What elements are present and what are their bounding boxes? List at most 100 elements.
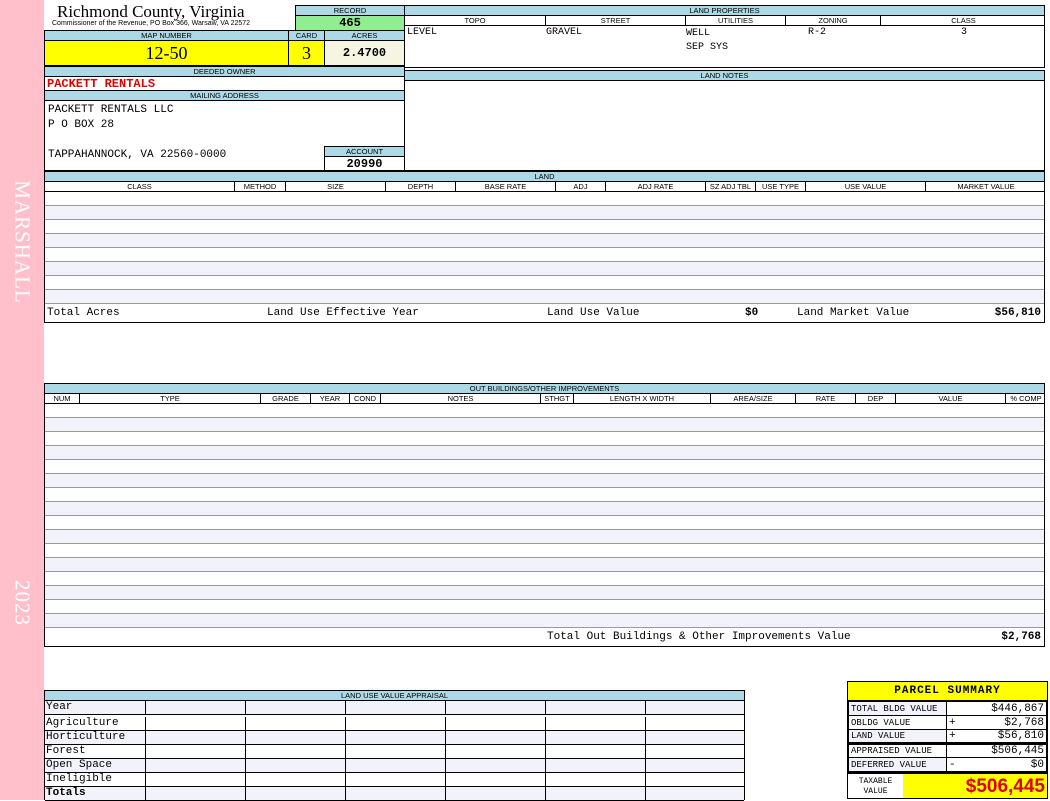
utilities-value: WELL SEP SYS bbox=[686, 27, 728, 55]
outbuilding-row bbox=[45, 558, 1044, 572]
outbuilding-row bbox=[45, 418, 1044, 432]
land-use-cell bbox=[446, 787, 546, 800]
summary-label: DEFERRED VALUE bbox=[848, 757, 947, 772]
land-row bbox=[45, 248, 1044, 262]
land-market-value: $56,810 bbox=[994, 307, 1041, 319]
land-use-cell bbox=[246, 759, 346, 772]
land-use-cell bbox=[246, 787, 346, 800]
summary-sign: + bbox=[949, 730, 956, 742]
outbuilding-row bbox=[45, 544, 1044, 558]
parcel-summary-row: TOTAL BLDG VALUE $446,867 bbox=[848, 701, 1047, 716]
outbuilding-row bbox=[45, 516, 1044, 530]
land-column-header: SIZE bbox=[286, 182, 386, 191]
land-use-cell bbox=[146, 773, 246, 786]
land-use-cell bbox=[446, 773, 546, 786]
land-use-cell bbox=[146, 731, 246, 744]
outbuilding-row bbox=[45, 530, 1044, 544]
outbuilding-row bbox=[45, 432, 1044, 446]
land-use-cell bbox=[646, 731, 746, 744]
summary-value: $446,867 bbox=[991, 702, 1044, 715]
land-column-header: CLASS bbox=[45, 182, 235, 191]
zoning-value: R-2 bbox=[808, 27, 827, 38]
outbuildings-column-header: COND bbox=[350, 394, 381, 403]
land-use-cell bbox=[346, 731, 446, 744]
parcel-summary-row: OBLDG VALUE + $2,768 bbox=[848, 715, 1047, 730]
class-value: 3 bbox=[961, 27, 968, 38]
land-use-row-label: Ineligible bbox=[45, 773, 146, 786]
map-number-value: 12-50 bbox=[44, 40, 289, 66]
outbuilding-row bbox=[45, 572, 1044, 586]
parcel-summary-title: PARCEL SUMMARY bbox=[848, 682, 1047, 701]
outbuildings-column-header: DEP bbox=[856, 394, 896, 403]
land-row bbox=[45, 234, 1044, 248]
outbuildings-column-header: AREA/SIZE bbox=[711, 394, 796, 403]
outbuildings-table: NUM TYPE GRADE YEAR COND NOTES STHGT LENGTH X W… bbox=[44, 393, 1045, 647]
land-use-row-label: Horticulture bbox=[45, 731, 146, 744]
land-properties-header: UTILITIES bbox=[686, 16, 786, 25]
outbuilding-row bbox=[45, 600, 1044, 614]
land-use-cell bbox=[446, 717, 546, 730]
land-use-cell bbox=[646, 759, 746, 772]
land-column-header: MARKET VALUE bbox=[957, 182, 1015, 191]
outbuildings-total-value: $2,768 bbox=[1001, 631, 1041, 643]
land-totals-row: Total Acres Land Use Effective Year Land… bbox=[45, 303, 1044, 323]
outbuildings-column-header: LENGTH X WIDTH bbox=[574, 394, 711, 403]
land-use-cell bbox=[646, 773, 746, 786]
outbuildings-column-header: VALUE bbox=[896, 394, 1006, 403]
summary-label: TOTAL BLDG VALUE bbox=[848, 701, 947, 716]
land-row bbox=[45, 206, 1044, 220]
land-use-row-label: Year bbox=[45, 701, 146, 714]
land-use-cell bbox=[346, 773, 446, 786]
land-use-cell bbox=[246, 701, 346, 714]
mailing-line-1: PACKETT RENTALS LLC bbox=[48, 104, 174, 116]
year-label: 2023 bbox=[10, 580, 35, 626]
outbuilding-row bbox=[45, 404, 1044, 418]
utility-1: WELL bbox=[686, 28, 711, 39]
summary-label: APPRAISED VALUE bbox=[848, 743, 947, 758]
land-use-cell bbox=[346, 759, 446, 772]
land-use-cell bbox=[346, 745, 446, 758]
land-properties: TOPO STREET UTILITIES ZONING CLASS LEVEL GRA… bbox=[404, 15, 1045, 68]
land-table: CLASS METHOD SIZE DEPTH BASE RATE ADJ ADJ RATE… bbox=[44, 181, 1045, 323]
mailing-line-2: P O BOX 28 bbox=[48, 119, 115, 131]
total-acres-label: Total Acres bbox=[47, 307, 120, 319]
outbuildings-column-header: % COMP bbox=[1010, 394, 1042, 403]
land-properties-header: CLASS bbox=[951, 16, 976, 25]
outbuilding-row bbox=[45, 460, 1044, 474]
summary-sign: - bbox=[949, 758, 956, 771]
outbuildings-total-row: Total Out Buildings & Other Improvements… bbox=[45, 627, 1044, 647]
land-use-row: Totals bbox=[45, 787, 744, 801]
sidebar: MARSHALL 2023 bbox=[0, 0, 44, 800]
land-use-cell bbox=[246, 717, 346, 730]
outbuildings-column-header: TYPE bbox=[80, 394, 261, 403]
land-use-cell bbox=[546, 745, 646, 758]
outbuilding-row bbox=[45, 586, 1044, 600]
land-use-cell bbox=[446, 745, 546, 758]
outbuildings-column-header: STHGT bbox=[541, 394, 574, 403]
topo-value: LEVEL bbox=[407, 27, 438, 38]
land-use-cell bbox=[146, 701, 246, 714]
summary-label: OBLDG VALUE bbox=[848, 715, 947, 730]
parcel-summary-row: APPRAISED VALUE $506,445 bbox=[848, 743, 1047, 758]
land-use-cell bbox=[346, 701, 446, 714]
outbuilding-row bbox=[45, 446, 1044, 460]
deeded-owner-value: PACKETT RENTALS bbox=[44, 76, 405, 91]
parcel-summary-row: LAND VALUE + $56,810 bbox=[848, 729, 1047, 744]
land-column-header: SZ ADJ TBL bbox=[706, 182, 756, 191]
land-use-row-label: Open Space bbox=[45, 759, 146, 772]
utility-2: SEP SYS bbox=[686, 42, 729, 53]
land-use-cell bbox=[546, 787, 646, 800]
land-use-cell bbox=[146, 787, 246, 800]
land-use-cell bbox=[446, 731, 546, 744]
land-use-row-label: Totals bbox=[45, 787, 146, 800]
land-notes bbox=[404, 80, 1045, 171]
outbuilding-row bbox=[45, 488, 1044, 502]
land-use-cell bbox=[346, 717, 446, 730]
land-use-cell bbox=[246, 773, 346, 786]
outbuildings-column-header: NOTES bbox=[381, 394, 541, 403]
summary-value: $506,445 bbox=[991, 745, 1044, 757]
taxable-value-label: TAXABLE VALUE bbox=[848, 774, 903, 798]
land-use-row: Year bbox=[45, 701, 744, 715]
land-column-header: BASE RATE bbox=[456, 182, 556, 191]
land-use-cell bbox=[646, 745, 746, 758]
